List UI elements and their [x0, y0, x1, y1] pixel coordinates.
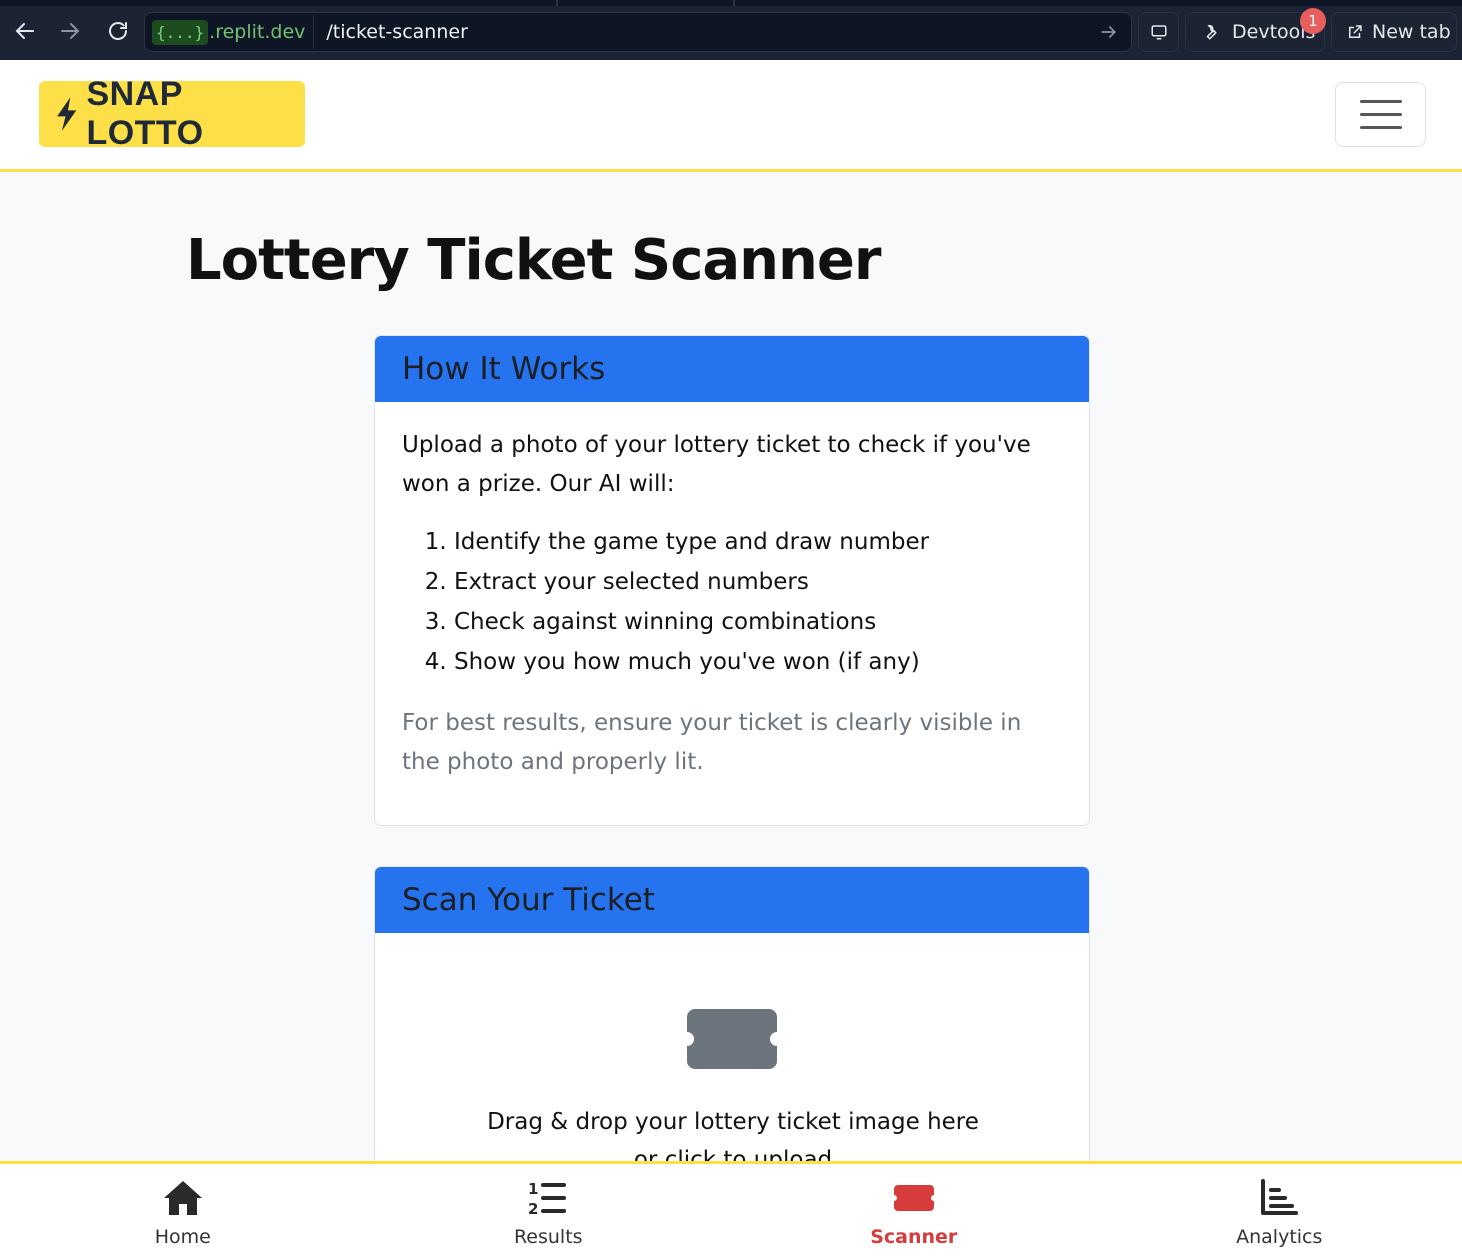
menu-toggle-button[interactable] [1335, 82, 1426, 147]
list-item: Check against winning combinations [454, 602, 1062, 642]
new-tab-button[interactable]: New tab [1331, 12, 1457, 52]
scan-ticket-card: Scan Your Ticket Drag & drop your lotter… [374, 866, 1090, 1186]
back-button[interactable] [8, 14, 42, 48]
screen-button[interactable] [1138, 12, 1179, 52]
bottom-nav-scanner[interactable]: Scanner [731, 1164, 1097, 1258]
arrow-left-icon [15, 23, 34, 39]
how-it-works-card: How It Works Upload a photo of your lott… [374, 335, 1090, 826]
brand-name: SNAP LOTTO [86, 75, 204, 152]
arrow-right-icon[interactable] [1099, 22, 1119, 42]
url-domain: .replit.dev [209, 21, 306, 43]
bottom-nav-home[interactable]: Home [0, 1164, 366, 1258]
nav-label: Analytics [1236, 1226, 1323, 1248]
list-ol-icon: 1 2 [528, 1180, 567, 1218]
url-path: /ticket-scanner [326, 21, 468, 43]
bottom-nav: Home 1 2 Results Scanner Analytics [0, 1161, 1462, 1258]
bottom-nav-analytics[interactable]: Analytics [1097, 1164, 1462, 1258]
tab-divider [733, 0, 735, 6]
browser-chrome: {...} .replit.dev /ticket-scanner Devtoo… [0, 0, 1462, 60]
ticket-icon [893, 1185, 934, 1211]
tab-divider [556, 0, 558, 6]
hamburger-icon [1359, 126, 1402, 129]
card-header: Scan Your Ticket [375, 867, 1089, 933]
nav-label: Scanner [870, 1226, 958, 1248]
reload-icon [109, 22, 127, 40]
tip-text: For best results, ensure your ticket is … [402, 710, 1022, 775]
list-item: Extract your selected numbers [454, 562, 1062, 602]
arrow-right-icon [61, 23, 80, 39]
forward-button[interactable] [53, 14, 87, 48]
svg-text:1: 1 [528, 1180, 538, 1198]
reload-button[interactable] [101, 14, 135, 48]
svg-text:2: 2 [528, 1200, 538, 1218]
card-body: Upload a photo of your lottery ticket to… [375, 402, 1089, 806]
url-bar[interactable]: {...} .replit.dev /ticket-scanner [144, 12, 1132, 52]
chart-icon [1261, 1179, 1299, 1215]
list-item: Show you how much you've won (if any) [454, 642, 1062, 682]
upload-dropzone[interactable]: Drag & drop your lottery ticket image he… [375, 933, 1089, 1173]
hamburger-icon [1359, 100, 1402, 103]
external-link-icon [1349, 25, 1362, 38]
url-braces: {...} [152, 19, 209, 45]
tab-strip [0, 0, 1462, 6]
list-item: Identify the game type and draw number [454, 522, 1062, 562]
monitor-icon [1151, 25, 1166, 40]
notification-badge: 1 [1300, 8, 1326, 34]
drag-drop-text: Drag & drop your lottery ticket image he… [487, 1109, 979, 1135]
intro-text: Upload a photo of your lottery ticket to… [402, 432, 1031, 497]
nav-label: Results [513, 1226, 583, 1248]
app-navbar: SNAP LOTTO [0, 60, 1462, 172]
url-domain-box: {...} .replit.dev [148, 15, 315, 49]
page-title: Lottery Ticket Scanner [186, 228, 882, 293]
bolt-icon [57, 97, 77, 131]
home-icon [163, 1181, 202, 1215]
wrench-icon [1206, 24, 1217, 40]
ticket-icon [687, 1009, 777, 1069]
hamburger-icon [1359, 113, 1402, 116]
brand-logo[interactable]: SNAP LOTTO [39, 75, 305, 152]
nav-label: Home [154, 1226, 211, 1248]
card-header: How It Works [375, 336, 1089, 402]
bottom-nav-results[interactable]: 1 2 Results [366, 1164, 732, 1258]
new-tab-label: New tab [1372, 21, 1451, 43]
steps-list: Identify the game type and draw number E… [454, 522, 1062, 682]
